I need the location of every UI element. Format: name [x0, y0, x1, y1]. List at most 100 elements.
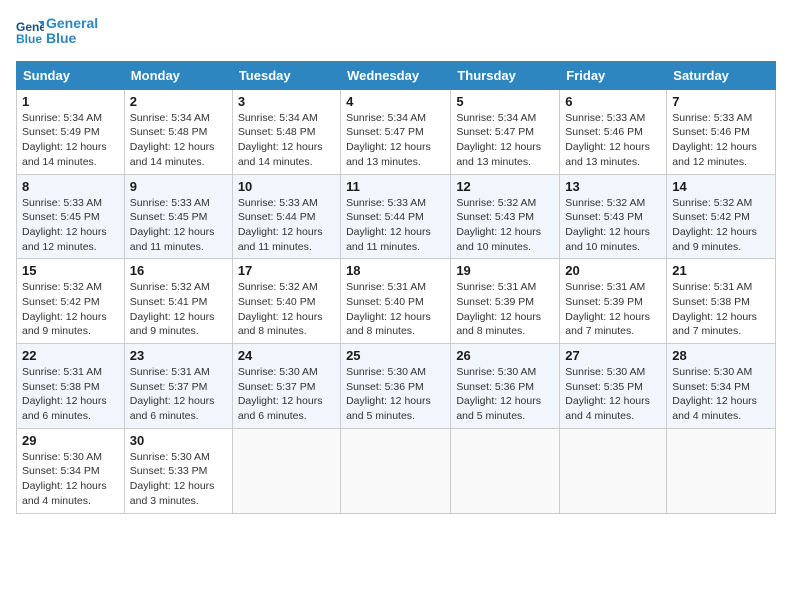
day-number: 18	[346, 263, 445, 278]
day-detail: Sunrise: 5:33 AMSunset: 5:44 PMDaylight:…	[346, 197, 431, 253]
calendar-cell	[451, 428, 560, 513]
calendar-week-2: 8 Sunrise: 5:33 AMSunset: 5:45 PMDayligh…	[17, 174, 776, 259]
calendar-cell: 30 Sunrise: 5:30 AMSunset: 5:33 PMDaylig…	[124, 428, 232, 513]
calendar-header-monday: Monday	[124, 61, 232, 89]
calendar-cell: 14 Sunrise: 5:32 AMSunset: 5:42 PMDaylig…	[667, 174, 776, 259]
day-detail: Sunrise: 5:33 AMSunset: 5:46 PMDaylight:…	[672, 112, 757, 168]
day-number: 25	[346, 348, 445, 363]
day-number: 9	[130, 179, 227, 194]
calendar-cell	[341, 428, 451, 513]
day-number: 10	[238, 179, 335, 194]
calendar-cell: 1 Sunrise: 5:34 AMSunset: 5:49 PMDayligh…	[17, 89, 125, 174]
day-number: 23	[130, 348, 227, 363]
calendar-cell: 9 Sunrise: 5:33 AMSunset: 5:45 PMDayligh…	[124, 174, 232, 259]
day-detail: Sunrise: 5:34 AMSunset: 5:47 PMDaylight:…	[456, 112, 541, 168]
calendar-cell	[232, 428, 340, 513]
calendar-cell: 10 Sunrise: 5:33 AMSunset: 5:44 PMDaylig…	[232, 174, 340, 259]
day-detail: Sunrise: 5:31 AMSunset: 5:38 PMDaylight:…	[22, 366, 107, 422]
calendar-header-tuesday: Tuesday	[232, 61, 340, 89]
calendar-cell: 4 Sunrise: 5:34 AMSunset: 5:47 PMDayligh…	[341, 89, 451, 174]
day-detail: Sunrise: 5:32 AMSunset: 5:42 PMDaylight:…	[22, 281, 107, 337]
svg-text:Blue: Blue	[16, 32, 42, 45]
day-number: 8	[22, 179, 119, 194]
day-number: 15	[22, 263, 119, 278]
day-number: 27	[565, 348, 661, 363]
day-number: 20	[565, 263, 661, 278]
calendar-week-1: 1 Sunrise: 5:34 AMSunset: 5:49 PMDayligh…	[17, 89, 776, 174]
calendar-cell: 5 Sunrise: 5:34 AMSunset: 5:47 PMDayligh…	[451, 89, 560, 174]
calendar-cell: 11 Sunrise: 5:33 AMSunset: 5:44 PMDaylig…	[341, 174, 451, 259]
day-number: 29	[22, 433, 119, 448]
day-detail: Sunrise: 5:33 AMSunset: 5:46 PMDaylight:…	[565, 112, 650, 168]
day-detail: Sunrise: 5:30 AMSunset: 5:33 PMDaylight:…	[130, 451, 215, 507]
calendar-cell	[560, 428, 667, 513]
day-number: 21	[672, 263, 770, 278]
calendar-cell: 21 Sunrise: 5:31 AMSunset: 5:38 PMDaylig…	[667, 259, 776, 344]
calendar-cell: 19 Sunrise: 5:31 AMSunset: 5:39 PMDaylig…	[451, 259, 560, 344]
calendar-cell: 20 Sunrise: 5:31 AMSunset: 5:39 PMDaylig…	[560, 259, 667, 344]
calendar-header-wednesday: Wednesday	[341, 61, 451, 89]
calendar: SundayMondayTuesdayWednesdayThursdayFrid…	[16, 61, 776, 514]
day-number: 22	[22, 348, 119, 363]
day-detail: Sunrise: 5:34 AMSunset: 5:49 PMDaylight:…	[22, 112, 107, 168]
day-number: 30	[130, 433, 227, 448]
day-number: 2	[130, 94, 227, 109]
calendar-header-thursday: Thursday	[451, 61, 560, 89]
calendar-week-4: 22 Sunrise: 5:31 AMSunset: 5:38 PMDaylig…	[17, 344, 776, 429]
logo-line2: Blue	[46, 31, 98, 46]
calendar-cell: 26 Sunrise: 5:30 AMSunset: 5:36 PMDaylig…	[451, 344, 560, 429]
day-number: 24	[238, 348, 335, 363]
calendar-cell: 24 Sunrise: 5:30 AMSunset: 5:37 PMDaylig…	[232, 344, 340, 429]
day-detail: Sunrise: 5:31 AMSunset: 5:38 PMDaylight:…	[672, 281, 757, 337]
day-detail: Sunrise: 5:32 AMSunset: 5:42 PMDaylight:…	[672, 197, 757, 253]
day-detail: Sunrise: 5:31 AMSunset: 5:39 PMDaylight:…	[456, 281, 541, 337]
logo-line1: General	[46, 16, 98, 31]
calendar-header-saturday: Saturday	[667, 61, 776, 89]
day-number: 3	[238, 94, 335, 109]
day-detail: Sunrise: 5:34 AMSunset: 5:47 PMDaylight:…	[346, 112, 431, 168]
day-detail: Sunrise: 5:32 AMSunset: 5:40 PMDaylight:…	[238, 281, 323, 337]
calendar-cell: 13 Sunrise: 5:32 AMSunset: 5:43 PMDaylig…	[560, 174, 667, 259]
day-detail: Sunrise: 5:31 AMSunset: 5:40 PMDaylight:…	[346, 281, 431, 337]
calendar-cell: 23 Sunrise: 5:31 AMSunset: 5:37 PMDaylig…	[124, 344, 232, 429]
day-detail: Sunrise: 5:32 AMSunset: 5:43 PMDaylight:…	[456, 197, 541, 253]
day-detail: Sunrise: 5:34 AMSunset: 5:48 PMDaylight:…	[130, 112, 215, 168]
day-detail: Sunrise: 5:30 AMSunset: 5:36 PMDaylight:…	[346, 366, 431, 422]
day-detail: Sunrise: 5:34 AMSunset: 5:48 PMDaylight:…	[238, 112, 323, 168]
calendar-cell: 22 Sunrise: 5:31 AMSunset: 5:38 PMDaylig…	[17, 344, 125, 429]
day-number: 16	[130, 263, 227, 278]
calendar-cell: 12 Sunrise: 5:32 AMSunset: 5:43 PMDaylig…	[451, 174, 560, 259]
calendar-cell: 3 Sunrise: 5:34 AMSunset: 5:48 PMDayligh…	[232, 89, 340, 174]
calendar-cell: 29 Sunrise: 5:30 AMSunset: 5:34 PMDaylig…	[17, 428, 125, 513]
calendar-cell: 16 Sunrise: 5:32 AMSunset: 5:41 PMDaylig…	[124, 259, 232, 344]
day-number: 28	[672, 348, 770, 363]
day-number: 5	[456, 94, 554, 109]
day-number: 11	[346, 179, 445, 194]
day-detail: Sunrise: 5:33 AMSunset: 5:45 PMDaylight:…	[22, 197, 107, 253]
day-detail: Sunrise: 5:31 AMSunset: 5:37 PMDaylight:…	[130, 366, 215, 422]
calendar-cell: 25 Sunrise: 5:30 AMSunset: 5:36 PMDaylig…	[341, 344, 451, 429]
calendar-cell: 28 Sunrise: 5:30 AMSunset: 5:34 PMDaylig…	[667, 344, 776, 429]
day-detail: Sunrise: 5:32 AMSunset: 5:41 PMDaylight:…	[130, 281, 215, 337]
calendar-header-friday: Friday	[560, 61, 667, 89]
day-number: 19	[456, 263, 554, 278]
calendar-cell: 7 Sunrise: 5:33 AMSunset: 5:46 PMDayligh…	[667, 89, 776, 174]
calendar-cell: 6 Sunrise: 5:33 AMSunset: 5:46 PMDayligh…	[560, 89, 667, 174]
calendar-cell: 15 Sunrise: 5:32 AMSunset: 5:42 PMDaylig…	[17, 259, 125, 344]
calendar-cell: 27 Sunrise: 5:30 AMSunset: 5:35 PMDaylig…	[560, 344, 667, 429]
calendar-body: 1 Sunrise: 5:34 AMSunset: 5:49 PMDayligh…	[17, 89, 776, 513]
calendar-cell: 8 Sunrise: 5:33 AMSunset: 5:45 PMDayligh…	[17, 174, 125, 259]
day-detail: Sunrise: 5:33 AMSunset: 5:44 PMDaylight:…	[238, 197, 323, 253]
calendar-header-sunday: Sunday	[17, 61, 125, 89]
day-number: 6	[565, 94, 661, 109]
logo: General Blue General Blue	[16, 16, 98, 47]
day-detail: Sunrise: 5:31 AMSunset: 5:39 PMDaylight:…	[565, 281, 650, 337]
day-number: 4	[346, 94, 445, 109]
day-number: 12	[456, 179, 554, 194]
day-detail: Sunrise: 5:30 AMSunset: 5:35 PMDaylight:…	[565, 366, 650, 422]
calendar-cell: 17 Sunrise: 5:32 AMSunset: 5:40 PMDaylig…	[232, 259, 340, 344]
calendar-week-3: 15 Sunrise: 5:32 AMSunset: 5:42 PMDaylig…	[17, 259, 776, 344]
day-detail: Sunrise: 5:30 AMSunset: 5:37 PMDaylight:…	[238, 366, 323, 422]
day-detail: Sunrise: 5:30 AMSunset: 5:34 PMDaylight:…	[672, 366, 757, 422]
day-detail: Sunrise: 5:32 AMSunset: 5:43 PMDaylight:…	[565, 197, 650, 253]
